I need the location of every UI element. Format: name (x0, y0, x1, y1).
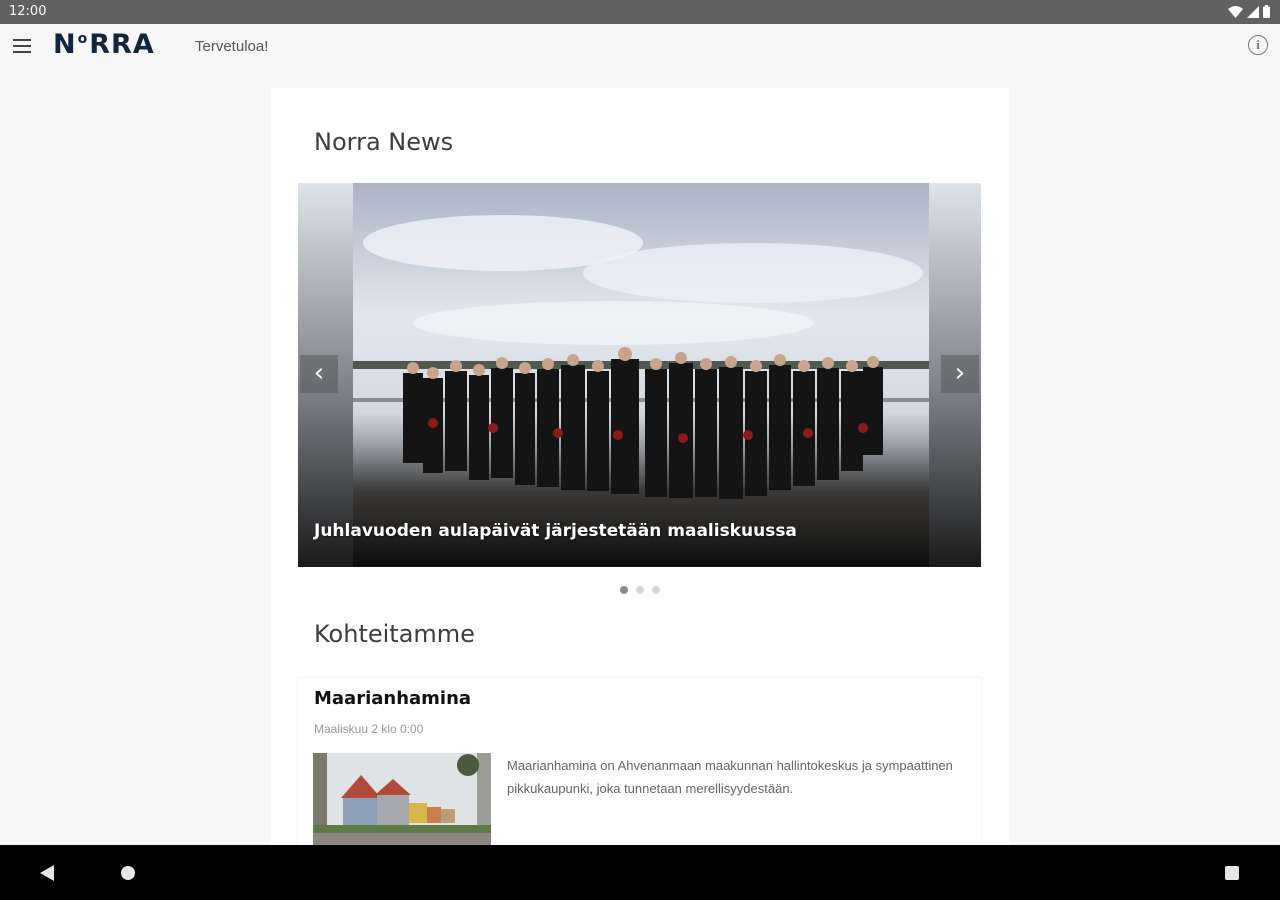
system-nav-bar (0, 845, 1280, 900)
info-icon[interactable]: i (1248, 35, 1268, 55)
carousel-prev-button[interactable]: ‹ (300, 355, 338, 393)
destinations-section-title: Kohteitamme (314, 620, 475, 648)
logo-letter-o: o (77, 31, 89, 47)
content-card: Norra News Juhlavuoden aulapäivät järjes… (271, 88, 1009, 845)
signal-icon (1247, 5, 1259, 18)
wifi-icon (1228, 5, 1243, 18)
status-time: 12:00 (9, 4, 47, 19)
destination-date: Maaliskuu 2 klo 0:00 (314, 722, 424, 736)
slide-caption[interactable]: Juhlavuoden aulapäivät järjestetään maal… (314, 521, 797, 541)
news-slide-photo[interactable] (353, 183, 929, 567)
carousel-next-button[interactable]: › (941, 355, 979, 393)
status-icons (1228, 5, 1270, 18)
welcome-subtitle: Tervetuloa! (195, 38, 269, 55)
menu-icon[interactable] (13, 39, 31, 55)
norra-logo: NoRRA (53, 29, 155, 60)
carousel-dot-1[interactable] (620, 586, 628, 594)
destination-photo[interactable] (313, 753, 491, 845)
carousel-dot-3[interactable] (652, 586, 660, 594)
news-section-title: Norra News (314, 128, 454, 156)
home-icon[interactable] (121, 866, 135, 880)
destination-description: Maarianhamina on Ahvenanmaan maakunnan h… (507, 758, 953, 796)
destination-card[interactable]: Maarianhamina Maaliskuu 2 klo 0:00 Maari… (298, 678, 981, 845)
battery-icon (1263, 5, 1270, 18)
logo-letters-rra: RRA (89, 29, 155, 60)
carousel-dot-2[interactable] (636, 586, 644, 594)
app-bar: NoRRA Tervetuloa! i (0, 24, 1280, 70)
news-carousel[interactable]: Juhlavuoden aulapäivät järjestetään maal… (298, 183, 981, 567)
logo-letter-n: N (53, 29, 77, 60)
status-bar: 12:00 (0, 0, 1280, 24)
carousel-pagination (620, 586, 660, 594)
recent-apps-icon[interactable] (1225, 866, 1239, 880)
back-icon[interactable] (40, 865, 54, 881)
destination-name: Maarianhamina (314, 688, 472, 709)
